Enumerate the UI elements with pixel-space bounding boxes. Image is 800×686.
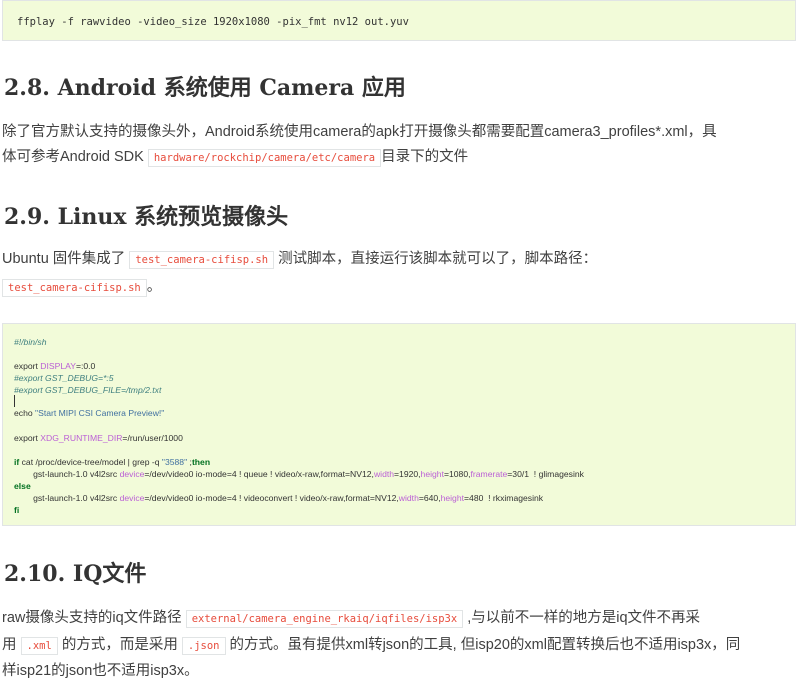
command-code-block: ffplay -f rawvideo -video_size 1920x1080… xyxy=(2,0,796,41)
ffplay-command: ffplay -f rawvideo -video_size 1920x1080… xyxy=(17,16,409,28)
linux-paragraph-line2: test_camera-cifisp.sh。 xyxy=(2,278,161,298)
script-gst-debug-file-comment: #export GST_DEBUG_FILE=/tmp/2.txt xyxy=(14,385,162,395)
iq-paragraph-line2: 用 .xml 的方式，而是采用 .json 的方式。虽有提供xml转json的工… xyxy=(2,637,741,655)
script-export-display: export DISPLAY=:0.0 xyxy=(14,361,96,371)
heading-2-8: 2.8. Android 系统使用 Camera 应用 xyxy=(4,75,406,101)
android-paragraph-line1: 除了官方默认支持的摄像头外，Android系统使用camera的apk打开摄像头… xyxy=(2,124,717,140)
heading-2-9: 2.9. Linux 系统预览摄像头 xyxy=(4,204,289,230)
script-name-code: test_camera-cifisp.sh xyxy=(129,251,275,269)
iq-paragraph-line3: 样isp21的json也不适用isp3x。 xyxy=(2,663,199,679)
text-cursor xyxy=(14,395,15,407)
script-gst-launch-glimagesink: gst-launch-1.0 v4l2src device=/dev/video… xyxy=(14,469,584,479)
script-gst-debug-comment: #export GST_DEBUG=*:5 xyxy=(14,373,114,383)
script-if-line: if cat /proc/device-tree/model | grep -q… xyxy=(14,457,211,467)
script-else: else xyxy=(14,481,31,491)
script-gst-launch-rkximagesink: gst-launch-1.0 v4l2src device=/dev/video… xyxy=(14,493,544,503)
script-export-xdg: export XDG_RUNTIME_DIR=/run/user/1000 xyxy=(14,433,183,443)
script-echo: echo "Start MIPI CSI Camera Preview!" xyxy=(14,408,165,418)
iq-paragraph-line1: raw摄像头支持的iq文件路径 external/camera_engine_r… xyxy=(2,610,701,628)
script-fi: fi xyxy=(14,505,20,515)
heading-2-10: 2.10. IQ文件 xyxy=(4,561,147,587)
json-ext-code: .json xyxy=(181,637,226,655)
iqfiles-path-code: external/camera_engine_rkaiq/iqfiles/isp… xyxy=(185,610,464,628)
script-path-code: test_camera-cifisp.sh xyxy=(2,279,147,297)
linux-paragraph-line1: Ubuntu 固件集成了 test_camera-cifisp.sh 测试脚本，… xyxy=(2,251,598,269)
camera-config-path: hardware/rockchip/camera/etc/camera xyxy=(147,149,382,167)
xml-ext-code: .xml xyxy=(20,637,58,655)
android-paragraph-line2: 体可参考Android SDK hardware/rockchip/camera… xyxy=(2,149,469,167)
script-shebang: #!/bin/sh xyxy=(14,337,47,347)
